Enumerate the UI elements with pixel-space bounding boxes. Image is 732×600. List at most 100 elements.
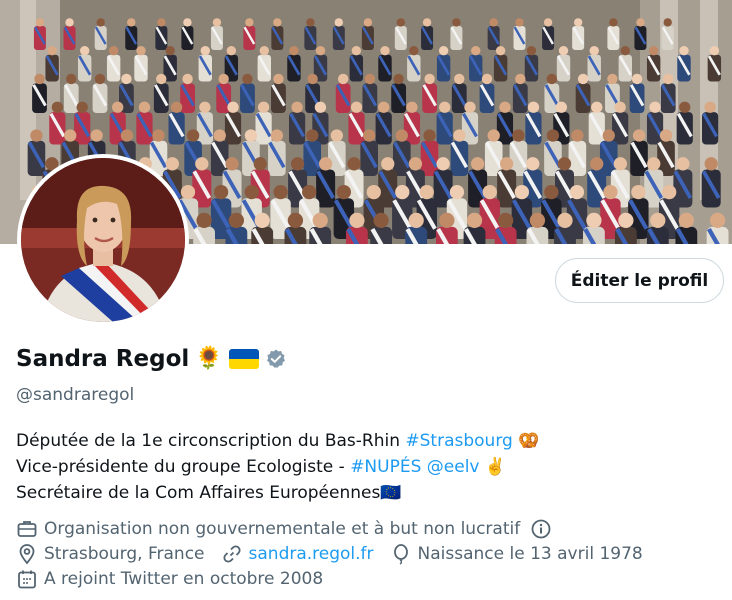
crowd-person-head bbox=[449, 184, 465, 200]
crowd-person-head bbox=[244, 184, 259, 200]
crowd-person-head bbox=[350, 101, 363, 113]
crowd-person-head bbox=[557, 212, 573, 228]
website-link[interactable]: sandra.regol.fr bbox=[249, 544, 374, 564]
crowd-person-head bbox=[499, 101, 511, 113]
crowd-person-head bbox=[424, 73, 435, 85]
link-icon bbox=[221, 543, 243, 565]
crowd-person-head bbox=[242, 73, 253, 85]
crowd-person-head bbox=[306, 129, 319, 142]
crowd-person-head bbox=[650, 212, 666, 228]
crowd-person-head bbox=[482, 184, 497, 200]
meta-joined-row: A rejoint Twitter en octobre 2008 bbox=[16, 568, 323, 590]
crowd-person-head bbox=[546, 73, 558, 85]
crowd-person-head bbox=[395, 184, 410, 200]
crowd-person-head bbox=[330, 129, 343, 142]
crowd-person-head bbox=[273, 73, 284, 85]
crowd-person-head bbox=[349, 212, 365, 228]
edit-profile-button[interactable]: Éditer le profil bbox=[555, 258, 724, 303]
crowd-person-head bbox=[378, 101, 390, 113]
crowd-person-head bbox=[408, 212, 424, 228]
crowd-person-head bbox=[577, 73, 589, 85]
crowd-person-head bbox=[419, 184, 434, 200]
profile-avatar[interactable] bbox=[17, 154, 189, 326]
crowd-person-head bbox=[679, 101, 691, 113]
crowd-person-head bbox=[364, 73, 376, 85]
crowd-person-head bbox=[165, 45, 175, 56]
crowd-person-head bbox=[290, 157, 305, 171]
crowd-person-head bbox=[287, 212, 304, 228]
crowd-person-head bbox=[136, 45, 146, 56]
crowd-person-head bbox=[273, 18, 282, 27]
crowd-person-head bbox=[76, 101, 88, 113]
crowd-person-head bbox=[438, 45, 449, 56]
verified-badge-icon[interactable] bbox=[265, 348, 287, 370]
hashtag-nupes[interactable]: #NUPÉS bbox=[350, 457, 421, 477]
crowd-person-head bbox=[47, 45, 57, 56]
mention-eelv[interactable]: @eelv bbox=[427, 457, 480, 477]
crowd-person-head bbox=[380, 45, 390, 56]
crowd-person-head bbox=[648, 45, 659, 56]
hashtag-strasbourg[interactable]: #Strasbourg bbox=[405, 431, 512, 451]
calendar-icon bbox=[16, 568, 38, 590]
crowd-person-head bbox=[51, 101, 64, 113]
crowd-person-head bbox=[470, 157, 485, 171]
crowd-person-head bbox=[527, 101, 540, 113]
balloon-icon bbox=[390, 543, 412, 565]
birthday-text: Naissance le 13 avril 1978 bbox=[417, 544, 643, 564]
crowd-person-head bbox=[573, 18, 583, 27]
crowd-person-head bbox=[557, 157, 572, 171]
name-row: Sandra Regol 🌻 bbox=[16, 346, 287, 372]
crowd-person-head bbox=[704, 101, 716, 113]
crowd-person-head bbox=[108, 45, 119, 56]
crowd-person-head bbox=[213, 184, 229, 200]
briefcase-icon bbox=[16, 518, 38, 540]
crowd-person-head bbox=[336, 184, 351, 200]
crowd-person-head bbox=[244, 129, 258, 142]
crowd-person-head bbox=[514, 184, 530, 200]
crowd-person-head bbox=[315, 45, 326, 56]
crowd-person-head bbox=[631, 184, 646, 200]
crowd-person-head bbox=[631, 73, 643, 85]
crowd-person-head bbox=[213, 129, 226, 142]
crowd-person-head bbox=[436, 157, 450, 171]
crowd-person-head bbox=[452, 18, 461, 27]
crowd-person-head bbox=[609, 18, 618, 27]
crowd-person-head bbox=[607, 73, 618, 85]
crowd-person-head bbox=[196, 212, 212, 228]
crowd-person-head bbox=[515, 73, 526, 85]
crowd-person-head bbox=[649, 101, 661, 113]
crowd-person-head bbox=[396, 18, 406, 27]
crowd-person-head bbox=[30, 129, 43, 142]
crowd-person-head bbox=[64, 129, 77, 142]
crowd-person-head bbox=[112, 101, 124, 113]
bio-text: Secrétaire de la Com Affaires Européenne… bbox=[16, 483, 381, 503]
crowd-person-head bbox=[498, 212, 514, 228]
crowd-person-head bbox=[632, 129, 646, 142]
crowd-person-head bbox=[226, 45, 237, 56]
crowd-person-head bbox=[180, 184, 196, 200]
location-pin-icon bbox=[16, 543, 38, 565]
crowd-person-head bbox=[679, 45, 689, 56]
crowd-person-head bbox=[66, 73, 77, 85]
info-icon[interactable] bbox=[530, 518, 552, 540]
crowd-person-head bbox=[79, 45, 90, 56]
crowd-person-head bbox=[218, 73, 229, 85]
crowd-person-head bbox=[152, 129, 165, 142]
ukraine-flag-icon bbox=[228, 349, 259, 369]
meta-category-row: Organisation non gouvernementale et à bu… bbox=[16, 518, 552, 540]
crowd-person-head bbox=[170, 101, 183, 113]
crowd-person-head bbox=[200, 45, 210, 56]
crowd-person-head bbox=[156, 73, 167, 85]
bio-line-2: Vice-présidente du groupe Ecologiste - #… bbox=[16, 454, 539, 480]
crowd-person-head bbox=[614, 101, 626, 113]
crowd-person-head bbox=[318, 157, 333, 171]
crowd-person-head bbox=[127, 18, 136, 27]
crowd-person-head bbox=[334, 18, 344, 27]
crowd-person-head bbox=[381, 157, 395, 171]
crowd-person-head bbox=[120, 129, 134, 142]
crowd-person-head bbox=[96, 18, 105, 27]
crowd-person-head bbox=[678, 212, 694, 228]
joined-date: A rejoint Twitter en octobre 2008 bbox=[44, 569, 324, 589]
crowd-person-head bbox=[347, 157, 361, 171]
crowd-person-head bbox=[495, 45, 506, 56]
